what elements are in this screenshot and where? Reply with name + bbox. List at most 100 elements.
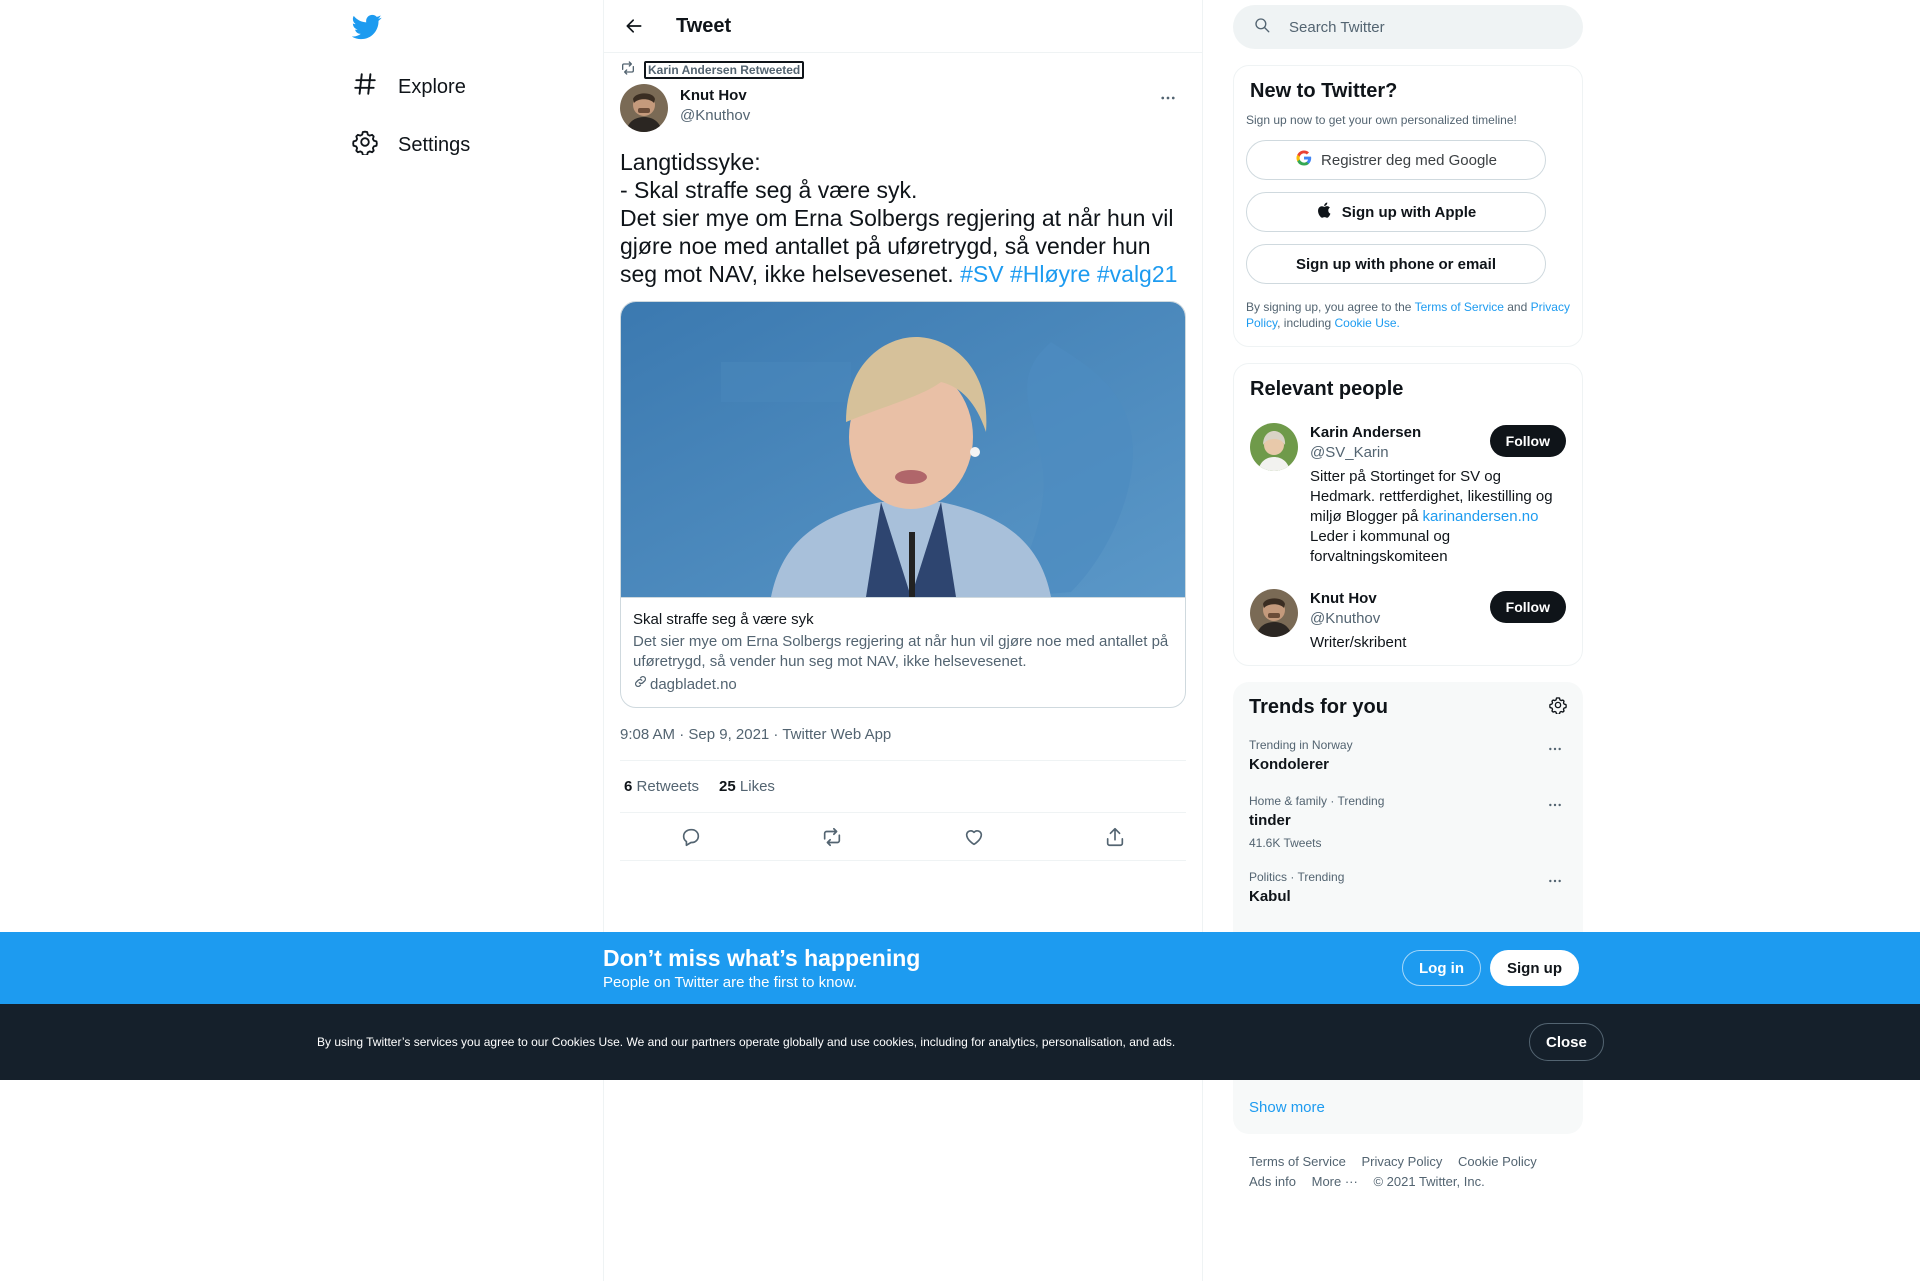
avatar[interactable]: [1250, 423, 1298, 471]
tweet-author: Knut Hov @Knuthov: [620, 84, 1186, 132]
sidebar-footer: Terms of Service Privacy Policy Cookie P…: [1233, 1152, 1583, 1192]
trend-meta: Trending in Norway: [1249, 738, 1353, 752]
link-card[interactable]: Skal straffe seg å være syk Det sier mye…: [620, 301, 1186, 708]
nav-explore[interactable]: Explore: [352, 67, 466, 107]
new-to-twitter-title: New to Twitter?: [1250, 80, 1398, 102]
trend-item[interactable]: Trending in Norway Kondolerer: [1249, 737, 1567, 775]
footer-ads-link[interactable]: Ads info: [1249, 1174, 1296, 1189]
legal-prefix: By signing up, you agree to the: [1246, 300, 1415, 314]
signup-legal: By signing up, you agree to the Terms of…: [1246, 299, 1570, 331]
login-prompt-bar: Don’t miss what’s happening People on Tw…: [0, 932, 1920, 1004]
bio-link[interactable]: karinandersen.no: [1423, 508, 1539, 525]
avatar[interactable]: [620, 84, 668, 132]
retweet-button[interactable]: [815, 820, 849, 854]
card-image: [621, 302, 1185, 597]
tweet-header: Tweet: [604, 0, 1202, 53]
cookie-use-link[interactable]: Cookie Use.: [1335, 316, 1400, 330]
card-description: Det sier mye om Erna Solbergs regjering …: [633, 633, 1169, 670]
relevant-people-title: Relevant people: [1250, 378, 1404, 400]
trend-more-button[interactable]: [1543, 795, 1567, 815]
tweet: Karin Andersen Retweeted Knut Hov @Knuth…: [604, 60, 1202, 861]
more-icon: [1549, 879, 1561, 883]
page-title: Tweet: [676, 14, 732, 37]
legal-including: , including: [1277, 316, 1335, 330]
hashtag-link[interactable]: #Hløyre: [1010, 261, 1091, 287]
reply-button[interactable]: [674, 820, 708, 854]
trend-more-button[interactable]: [1543, 739, 1567, 759]
apple-signup-button[interactable]: Sign up with Apple: [1246, 192, 1546, 232]
retweet-icon: [824, 827, 841, 846]
trend-meta: Politics · Trending: [1249, 870, 1345, 884]
footer-more-button[interactable]: More ···: [1312, 1174, 1358, 1189]
footer-terms-link[interactable]: Terms of Service: [1249, 1154, 1346, 1169]
login-button[interactable]: Log in: [1402, 950, 1481, 986]
more-icon: [1549, 747, 1561, 751]
tweet-text: Langtidssyke: - Skal straffe seg å være …: [620, 148, 1186, 288]
search-box[interactable]: Search Twitter: [1233, 5, 1583, 49]
likes-stat[interactable]: 25 Likes: [719, 778, 775, 795]
trend-count: 41.6K Tweets: [1249, 836, 1322, 850]
trend-more-button[interactable]: [1543, 871, 1567, 891]
person-bio: Writer/skribent: [1310, 634, 1407, 651]
main-column: Tweet Karin Andersen Retweeted Knut Hov …: [603, 0, 1203, 1281]
terms-link[interactable]: Terms of Service: [1415, 300, 1504, 314]
search-icon: [1253, 16, 1271, 39]
retweets-stat[interactable]: 6 Retweets: [624, 778, 699, 795]
tweet-timestamp[interactable]: 9:08 AM · Sep 9, 2021 · Twitter Web App: [620, 725, 1186, 761]
google-signup-button[interactable]: Registrer deg med Google: [1246, 140, 1546, 180]
cookie-banner: By using Twitter’s services you agree to…: [0, 1004, 1920, 1080]
follow-button[interactable]: Follow: [1489, 591, 1566, 623]
login-prompt-subtitle: People on Twitter are the first to know.: [603, 974, 858, 991]
hashtag-link[interactable]: #valg21: [1097, 261, 1178, 287]
show-more-link[interactable]: Show more: [1249, 1099, 1325, 1116]
retweet-icon: [620, 60, 636, 81]
new-to-twitter-panel: New to Twitter? Sign up now to get your …: [1233, 65, 1583, 347]
retweets-label: Retweets: [636, 778, 700, 795]
share-button[interactable]: [1098, 820, 1132, 854]
person-bio-text: Leder i kommunal og forvaltningskomiteen: [1310, 528, 1451, 565]
trend-name: Kabul: [1249, 888, 1291, 905]
twitter-bird-icon[interactable]: [351, 12, 382, 42]
card-domain: dagbladet.no: [633, 674, 1173, 695]
hashtag-link[interactable]: #SV: [960, 261, 1003, 287]
arrow-left-icon: [626, 19, 642, 33]
footer-copyright: © 2021 Twitter, Inc.: [1373, 1174, 1485, 1189]
heart-icon: [965, 829, 982, 845]
reply-icon: [682, 828, 699, 846]
card-title: Skal straffe seg å være syk: [633, 611, 814, 628]
trend-item[interactable]: Politics · Trending Kabul: [1249, 869, 1567, 907]
person-card[interactable]: Karin Andersen @SV_Karin Sitter på Stort…: [1250, 423, 1566, 567]
person-card[interactable]: Knut Hov @Knuthov Writer/skribent Follow: [1250, 589, 1566, 653]
nav-explore-label: Explore: [398, 75, 466, 98]
tweet-actions: [620, 813, 1186, 861]
footer-cookie-link[interactable]: Cookie Policy: [1458, 1154, 1537, 1169]
likes-count: 25: [719, 778, 736, 795]
likes-label: Likes: [739, 778, 775, 795]
hashtag-icon: [352, 71, 378, 103]
gear-icon: [352, 129, 378, 161]
gear-icon[interactable]: [1549, 696, 1567, 719]
follow-button[interactable]: Follow: [1489, 425, 1566, 457]
avatar[interactable]: [1250, 589, 1298, 637]
trend-item[interactable]: Home & family · Trending tinder 41.6K Tw…: [1249, 793, 1567, 851]
phone-signup-button[interactable]: Sign up with phone or email: [1246, 244, 1546, 284]
author-handle[interactable]: @Knuthov: [680, 106, 750, 126]
share-icon: [1107, 827, 1124, 846]
retweeted-by-link[interactable]: Karin Andersen Retweeted: [644, 61, 805, 79]
nav-settings-label: Settings: [398, 133, 471, 156]
footer-privacy-link[interactable]: Privacy Policy: [1361, 1154, 1442, 1169]
cookie-text: By using Twitter’s services you agree to…: [317, 1035, 1176, 1049]
nav-settings[interactable]: Settings: [352, 125, 470, 165]
legal-and: and: [1503, 300, 1531, 314]
trend-name: Kondolerer: [1249, 756, 1330, 773]
like-button[interactable]: [957, 820, 991, 854]
signup-button[interactable]: Sign up: [1490, 950, 1579, 986]
cookie-close-button[interactable]: Close: [1529, 1023, 1604, 1061]
back-button[interactable]: [617, 9, 651, 43]
link-icon: [633, 674, 648, 695]
trend-meta: Home & family · Trending: [1249, 794, 1385, 808]
retweet-context: Karin Andersen Retweeted: [620, 60, 1186, 81]
search-input[interactable]: Search Twitter: [1289, 19, 1385, 36]
author-name[interactable]: Knut Hov: [680, 86, 750, 106]
tweet-more-button[interactable]: [1156, 86, 1180, 110]
